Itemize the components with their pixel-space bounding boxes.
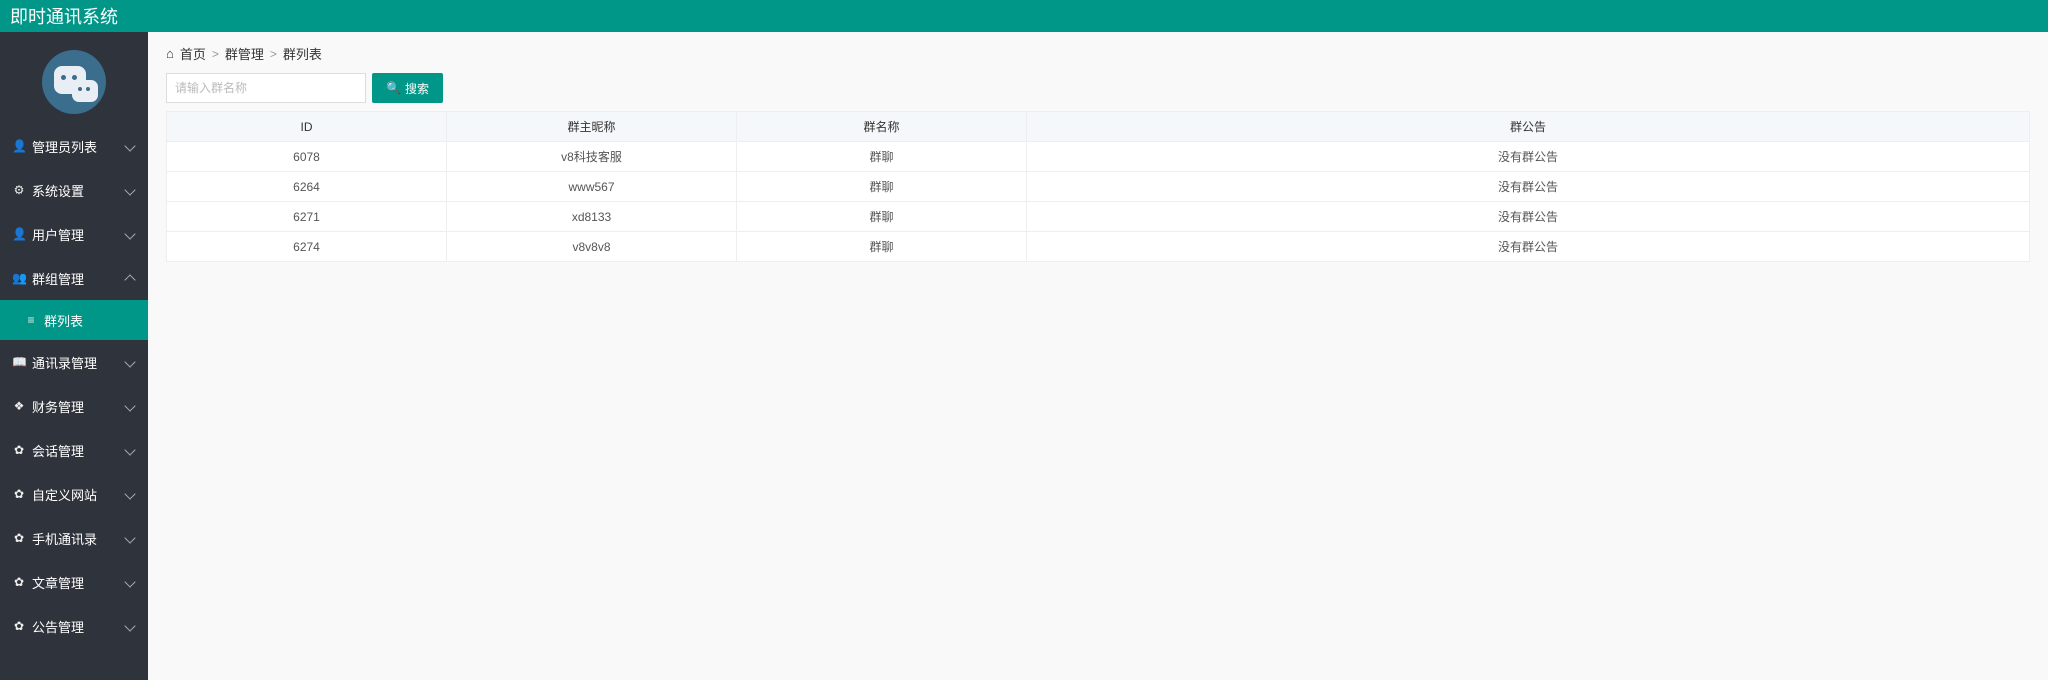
sidebar-item-2[interactable]: 👤 用户管理 bbox=[0, 212, 148, 256]
sidebar-item-label: 群组管理 bbox=[32, 269, 84, 288]
cell-notice: 没有群公告 bbox=[1027, 172, 2030, 202]
chevron-down-icon bbox=[124, 228, 135, 239]
sidebar-item-icon: 👤 bbox=[12, 139, 26, 153]
sidebar-item-label: 手机通讯录 bbox=[32, 529, 97, 548]
sidebar-item-icon: ✿ bbox=[12, 619, 26, 633]
cell-notice: 没有群公告 bbox=[1027, 202, 2030, 232]
sidebar-item-1[interactable]: ⚙ 系统设置 bbox=[0, 168, 148, 212]
search-input[interactable] bbox=[166, 73, 366, 103]
sidebar-item-label: 会话管理 bbox=[32, 441, 84, 460]
app-title: 即时通讯系统 bbox=[10, 3, 118, 29]
breadcrumb-sep: > bbox=[270, 47, 277, 61]
chevron-down-icon bbox=[124, 576, 135, 587]
toolbar: 🔍 搜索 bbox=[166, 73, 2030, 103]
chevron-up-icon bbox=[124, 274, 135, 285]
chevron-down-icon bbox=[124, 400, 135, 411]
search-button-label: 搜索 bbox=[405, 80, 429, 97]
cell-owner: xd8133 bbox=[447, 202, 737, 232]
sidebar-item-label: 公告管理 bbox=[32, 617, 84, 636]
sidebar-item-icon: ✿ bbox=[12, 487, 26, 501]
cell-owner: v8科技客服 bbox=[447, 142, 737, 172]
cell-id: 6264 bbox=[167, 172, 447, 202]
chevron-down-icon bbox=[124, 620, 135, 631]
sidebar-item-label: 管理员列表 bbox=[32, 137, 97, 156]
sidebar-item-7[interactable]: ✿ 自定义网站 bbox=[0, 472, 148, 516]
list-icon: ≡ bbox=[24, 313, 38, 327]
col-name: 群名称 bbox=[737, 112, 1027, 142]
cell-owner: v8v8v8 bbox=[447, 232, 737, 262]
col-notice: 群公告 bbox=[1027, 112, 2030, 142]
cell-id: 6274 bbox=[167, 232, 447, 262]
sidebar-item-4[interactable]: 📖 通讯录管理 bbox=[0, 340, 148, 384]
search-icon: 🔍 bbox=[386, 81, 401, 95]
col-id: ID bbox=[167, 112, 447, 142]
cell-notice: 没有群公告 bbox=[1027, 142, 2030, 172]
cell-name: 群聊 bbox=[737, 202, 1027, 232]
layout: 👤 管理员列表 ⚙ 系统设置 👤 用户管理 👥 群组管理 ≡ 群列表 📖 通讯录管理 ❖ 财务管理 ✿ 会话管… bbox=[0, 32, 2048, 680]
sidebar-item-icon: 📖 bbox=[12, 355, 26, 369]
chevron-down-icon bbox=[124, 488, 135, 499]
cell-owner: www567 bbox=[447, 172, 737, 202]
col-owner: 群主昵称 bbox=[447, 112, 737, 142]
group-table: ID 群主昵称 群名称 群公告 6078v8科技客服群聊没有群公告6264www… bbox=[166, 111, 2030, 262]
sidebar-item-icon: ✿ bbox=[12, 531, 26, 545]
sidebar-item-label: 文章管理 bbox=[32, 573, 84, 592]
search-button[interactable]: 🔍 搜索 bbox=[372, 73, 443, 103]
sidebar-item-label: 系统设置 bbox=[32, 181, 84, 200]
sidebar-item-10[interactable]: ✿ 公告管理 bbox=[0, 604, 148, 648]
table-header-row: ID 群主昵称 群名称 群公告 bbox=[167, 112, 2030, 142]
chevron-down-icon bbox=[124, 184, 135, 195]
sidebar-item-3[interactable]: 👥 群组管理 bbox=[0, 256, 148, 300]
sidebar-subitem-label: 群列表 bbox=[44, 311, 83, 330]
table-row[interactable]: 6078v8科技客服群聊没有群公告 bbox=[167, 142, 2030, 172]
breadcrumb-current: 群列表 bbox=[283, 44, 322, 63]
chevron-down-icon bbox=[124, 532, 135, 543]
sidebar-item-6[interactable]: ✿ 会话管理 bbox=[0, 428, 148, 472]
cell-name: 群聊 bbox=[737, 172, 1027, 202]
sidebar-item-0[interactable]: 👤 管理员列表 bbox=[0, 124, 148, 168]
table-row[interactable]: 6274v8v8v8群聊没有群公告 bbox=[167, 232, 2030, 262]
chevron-down-icon bbox=[124, 356, 135, 367]
sidebar-item-8[interactable]: ✿ 手机通讯录 bbox=[0, 516, 148, 560]
sidebar-item-label: 通讯录管理 bbox=[32, 353, 97, 372]
cell-notice: 没有群公告 bbox=[1027, 232, 2030, 262]
sidebar-item-label: 自定义网站 bbox=[32, 485, 97, 504]
app-header: 即时通讯系统 bbox=[0, 0, 2048, 32]
home-icon: ⌂ bbox=[166, 46, 174, 61]
sidebar-menu: 👤 管理员列表 ⚙ 系统设置 👤 用户管理 👥 群组管理 ≡ 群列表 📖 通讯录管理 ❖ 财务管理 ✿ 会话管… bbox=[0, 124, 148, 648]
sidebar-item-icon: ✿ bbox=[12, 575, 26, 589]
breadcrumb: ⌂ 首页 > 群管理 > 群列表 bbox=[166, 44, 2030, 63]
sidebar-item-icon: ⚙ bbox=[12, 183, 26, 197]
breadcrumb-home[interactable]: 首页 bbox=[180, 44, 206, 63]
main-content: ⌂ 首页 > 群管理 > 群列表 🔍 搜索 ID 群主昵称 群名称 bbox=[148, 32, 2048, 680]
table-row[interactable]: 6264www567群聊没有群公告 bbox=[167, 172, 2030, 202]
cell-name: 群聊 bbox=[737, 232, 1027, 262]
logo bbox=[0, 32, 148, 124]
sidebar-item-5[interactable]: ❖ 财务管理 bbox=[0, 384, 148, 428]
sidebar-item-icon: 👤 bbox=[12, 227, 26, 241]
sidebar-item-label: 用户管理 bbox=[32, 225, 84, 244]
breadcrumb-mid[interactable]: 群管理 bbox=[225, 44, 264, 63]
sidebar-subitem-group-list[interactable]: ≡ 群列表 bbox=[0, 300, 148, 340]
chevron-down-icon bbox=[124, 444, 135, 455]
cell-id: 6078 bbox=[167, 142, 447, 172]
chat-logo-icon bbox=[42, 50, 106, 114]
chevron-down-icon bbox=[124, 140, 135, 151]
table-row[interactable]: 6271xd8133群聊没有群公告 bbox=[167, 202, 2030, 232]
sidebar-item-icon: ❖ bbox=[12, 399, 26, 413]
breadcrumb-sep: > bbox=[212, 47, 219, 61]
sidebar-item-label: 财务管理 bbox=[32, 397, 84, 416]
sidebar-item-icon: 👥 bbox=[12, 271, 26, 285]
sidebar-item-9[interactable]: ✿ 文章管理 bbox=[0, 560, 148, 604]
cell-name: 群聊 bbox=[737, 142, 1027, 172]
cell-id: 6271 bbox=[167, 202, 447, 232]
sidebar-item-icon: ✿ bbox=[12, 443, 26, 457]
sidebar: 👤 管理员列表 ⚙ 系统设置 👤 用户管理 👥 群组管理 ≡ 群列表 📖 通讯录管理 ❖ 财务管理 ✿ 会话管… bbox=[0, 32, 148, 680]
